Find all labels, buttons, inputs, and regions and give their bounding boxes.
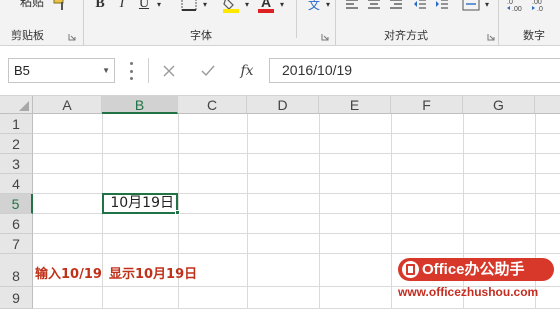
ribbon-separator: [498, 26, 499, 45]
name-box-value: B5: [14, 63, 30, 78]
svg-text:.0: .0: [537, 6, 543, 12]
fill-color-icon[interactable]: [220, 0, 242, 14]
paste-label: 粘贴: [19, 0, 44, 9]
column-header-g[interactable]: G: [463, 96, 535, 114]
italic-button[interactable]: I: [114, 0, 130, 14]
borders-dropdown-icon[interactable]: ▾: [200, 0, 210, 14]
insert-function-button[interactable]: fx: [236, 60, 258, 82]
row-header-7[interactable]: 7: [0, 234, 33, 254]
column-header-c[interactable]: C: [178, 96, 247, 114]
annotation-display: 显示10月19日: [108, 267, 198, 282]
name-box-dropdown-icon[interactable]: ▼: [102, 59, 110, 82]
name-box[interactable]: B5 ▼: [8, 58, 115, 83]
spreadsheet-grid: A B C D E F G 1 2 3 4 5 6 7 8 9 10月19日 输…: [0, 96, 560, 309]
merge-dropdown-icon[interactable]: ▾: [482, 0, 492, 14]
font-color-dropdown-icon[interactable]: ▾: [277, 0, 287, 14]
align-right-icon[interactable]: [386, 0, 406, 14]
cancel-icon[interactable]: [158, 60, 180, 82]
ribbon-separator: [83, 26, 84, 45]
column-header-f[interactable]: F: [391, 96, 463, 114]
ribbon: 粘贴 B I U ▾ ▾ ▾ A ▾ 文 ▾ ▾ .0 .00 .00 .0 剪…: [0, 0, 560, 46]
column-header-b[interactable]: B: [102, 96, 178, 114]
phonetic-guide-button[interactable]: 文: [303, 0, 325, 14]
ribbon-controls: 粘贴 B I U ▾ ▾ ▾ A ▾ 文 ▾ ▾ .0 .00 .00 .0: [0, 0, 560, 38]
column-header-d[interactable]: D: [247, 96, 319, 114]
bold-button[interactable]: B: [92, 0, 108, 14]
underline-dropdown-icon[interactable]: ▾: [154, 0, 164, 14]
font-launcher-icon[interactable]: [321, 33, 329, 41]
increase-decimal-icon[interactable]: .0.00: [505, 0, 527, 14]
formula-bar-resize-handle[interactable]: [128, 62, 134, 80]
clipboard-launcher-icon[interactable]: [68, 33, 76, 41]
group-label-clipboard: 剪贴板: [11, 29, 44, 42]
gridline: [247, 114, 248, 309]
row-header-8[interactable]: 8: [0, 254, 33, 287]
formula-input[interactable]: 2016/10/19: [269, 58, 560, 83]
gridline: [33, 133, 560, 134]
gridline: [391, 114, 392, 309]
row-header-6[interactable]: 6: [0, 214, 33, 234]
select-all-button[interactable]: [0, 96, 33, 114]
decrease-decimal-icon[interactable]: .00.0: [530, 0, 552, 14]
gridline: [33, 173, 560, 174]
gridline: [33, 153, 560, 154]
format-painter-icon[interactable]: [50, 0, 70, 14]
column-header-h-partial[interactable]: [535, 96, 560, 114]
row-header-3[interactable]: 3: [0, 154, 33, 174]
row-header-9[interactable]: 9: [0, 287, 33, 309]
underline-button[interactable]: U: [136, 0, 152, 14]
watermark-badge: Office办公助手: [398, 258, 554, 281]
gridline: [33, 233, 560, 234]
office-logo-icon: [402, 261, 419, 278]
group-label-font: 字体: [190, 29, 212, 42]
ribbon-separator: [296, 0, 297, 38]
column-header-a[interactable]: A: [33, 96, 102, 114]
fill-handle[interactable]: [175, 210, 180, 215]
font-color-glyph: A: [260, 0, 272, 10]
column-header-e[interactable]: E: [319, 96, 391, 114]
watermark-title: Office办公助手: [422, 261, 525, 278]
active-cell-b5[interactable]: 10月19日: [102, 193, 178, 214]
svg-text:.00: .00: [512, 6, 522, 12]
watermark-url: www.officezhushou.com: [398, 285, 539, 299]
alignment-launcher-icon[interactable]: [487, 33, 495, 41]
gridline: [33, 253, 560, 254]
font-color-button[interactable]: A: [255, 0, 277, 14]
borders-icon[interactable]: [178, 0, 200, 14]
row-header-5[interactable]: 5: [0, 194, 33, 214]
align-center-icon[interactable]: [364, 0, 384, 14]
ribbon-separator: [335, 26, 336, 45]
row-header-2[interactable]: 2: [0, 134, 33, 154]
enter-check-icon[interactable]: [197, 60, 219, 82]
align-left-icon[interactable]: [342, 0, 362, 14]
increase-indent-icon[interactable]: [432, 0, 452, 14]
row-header-4[interactable]: 4: [0, 174, 33, 194]
font-color-bar: [258, 9, 274, 13]
gridline: [319, 114, 320, 309]
decrease-indent-icon[interactable]: [410, 0, 430, 14]
merge-center-icon[interactable]: [460, 0, 482, 14]
annotation-input: 输入10/19: [35, 267, 102, 282]
fill-color-dropdown-icon[interactable]: ▾: [242, 0, 252, 14]
row-header-1[interactable]: 1: [0, 114, 33, 134]
group-label-number: 数字: [523, 29, 545, 42]
annotation-text: 输入10/19 显示10月19日: [35, 263, 204, 282]
formula-bar: B5 ▼ fx 2016/10/19: [0, 46, 560, 96]
paste-button[interactable]: 粘贴: [16, 0, 48, 14]
formula-bar-separator: [148, 58, 149, 83]
group-label-alignment: 对齐方式: [384, 29, 428, 42]
phonetic-dropdown-icon[interactable]: ▾: [323, 0, 333, 14]
